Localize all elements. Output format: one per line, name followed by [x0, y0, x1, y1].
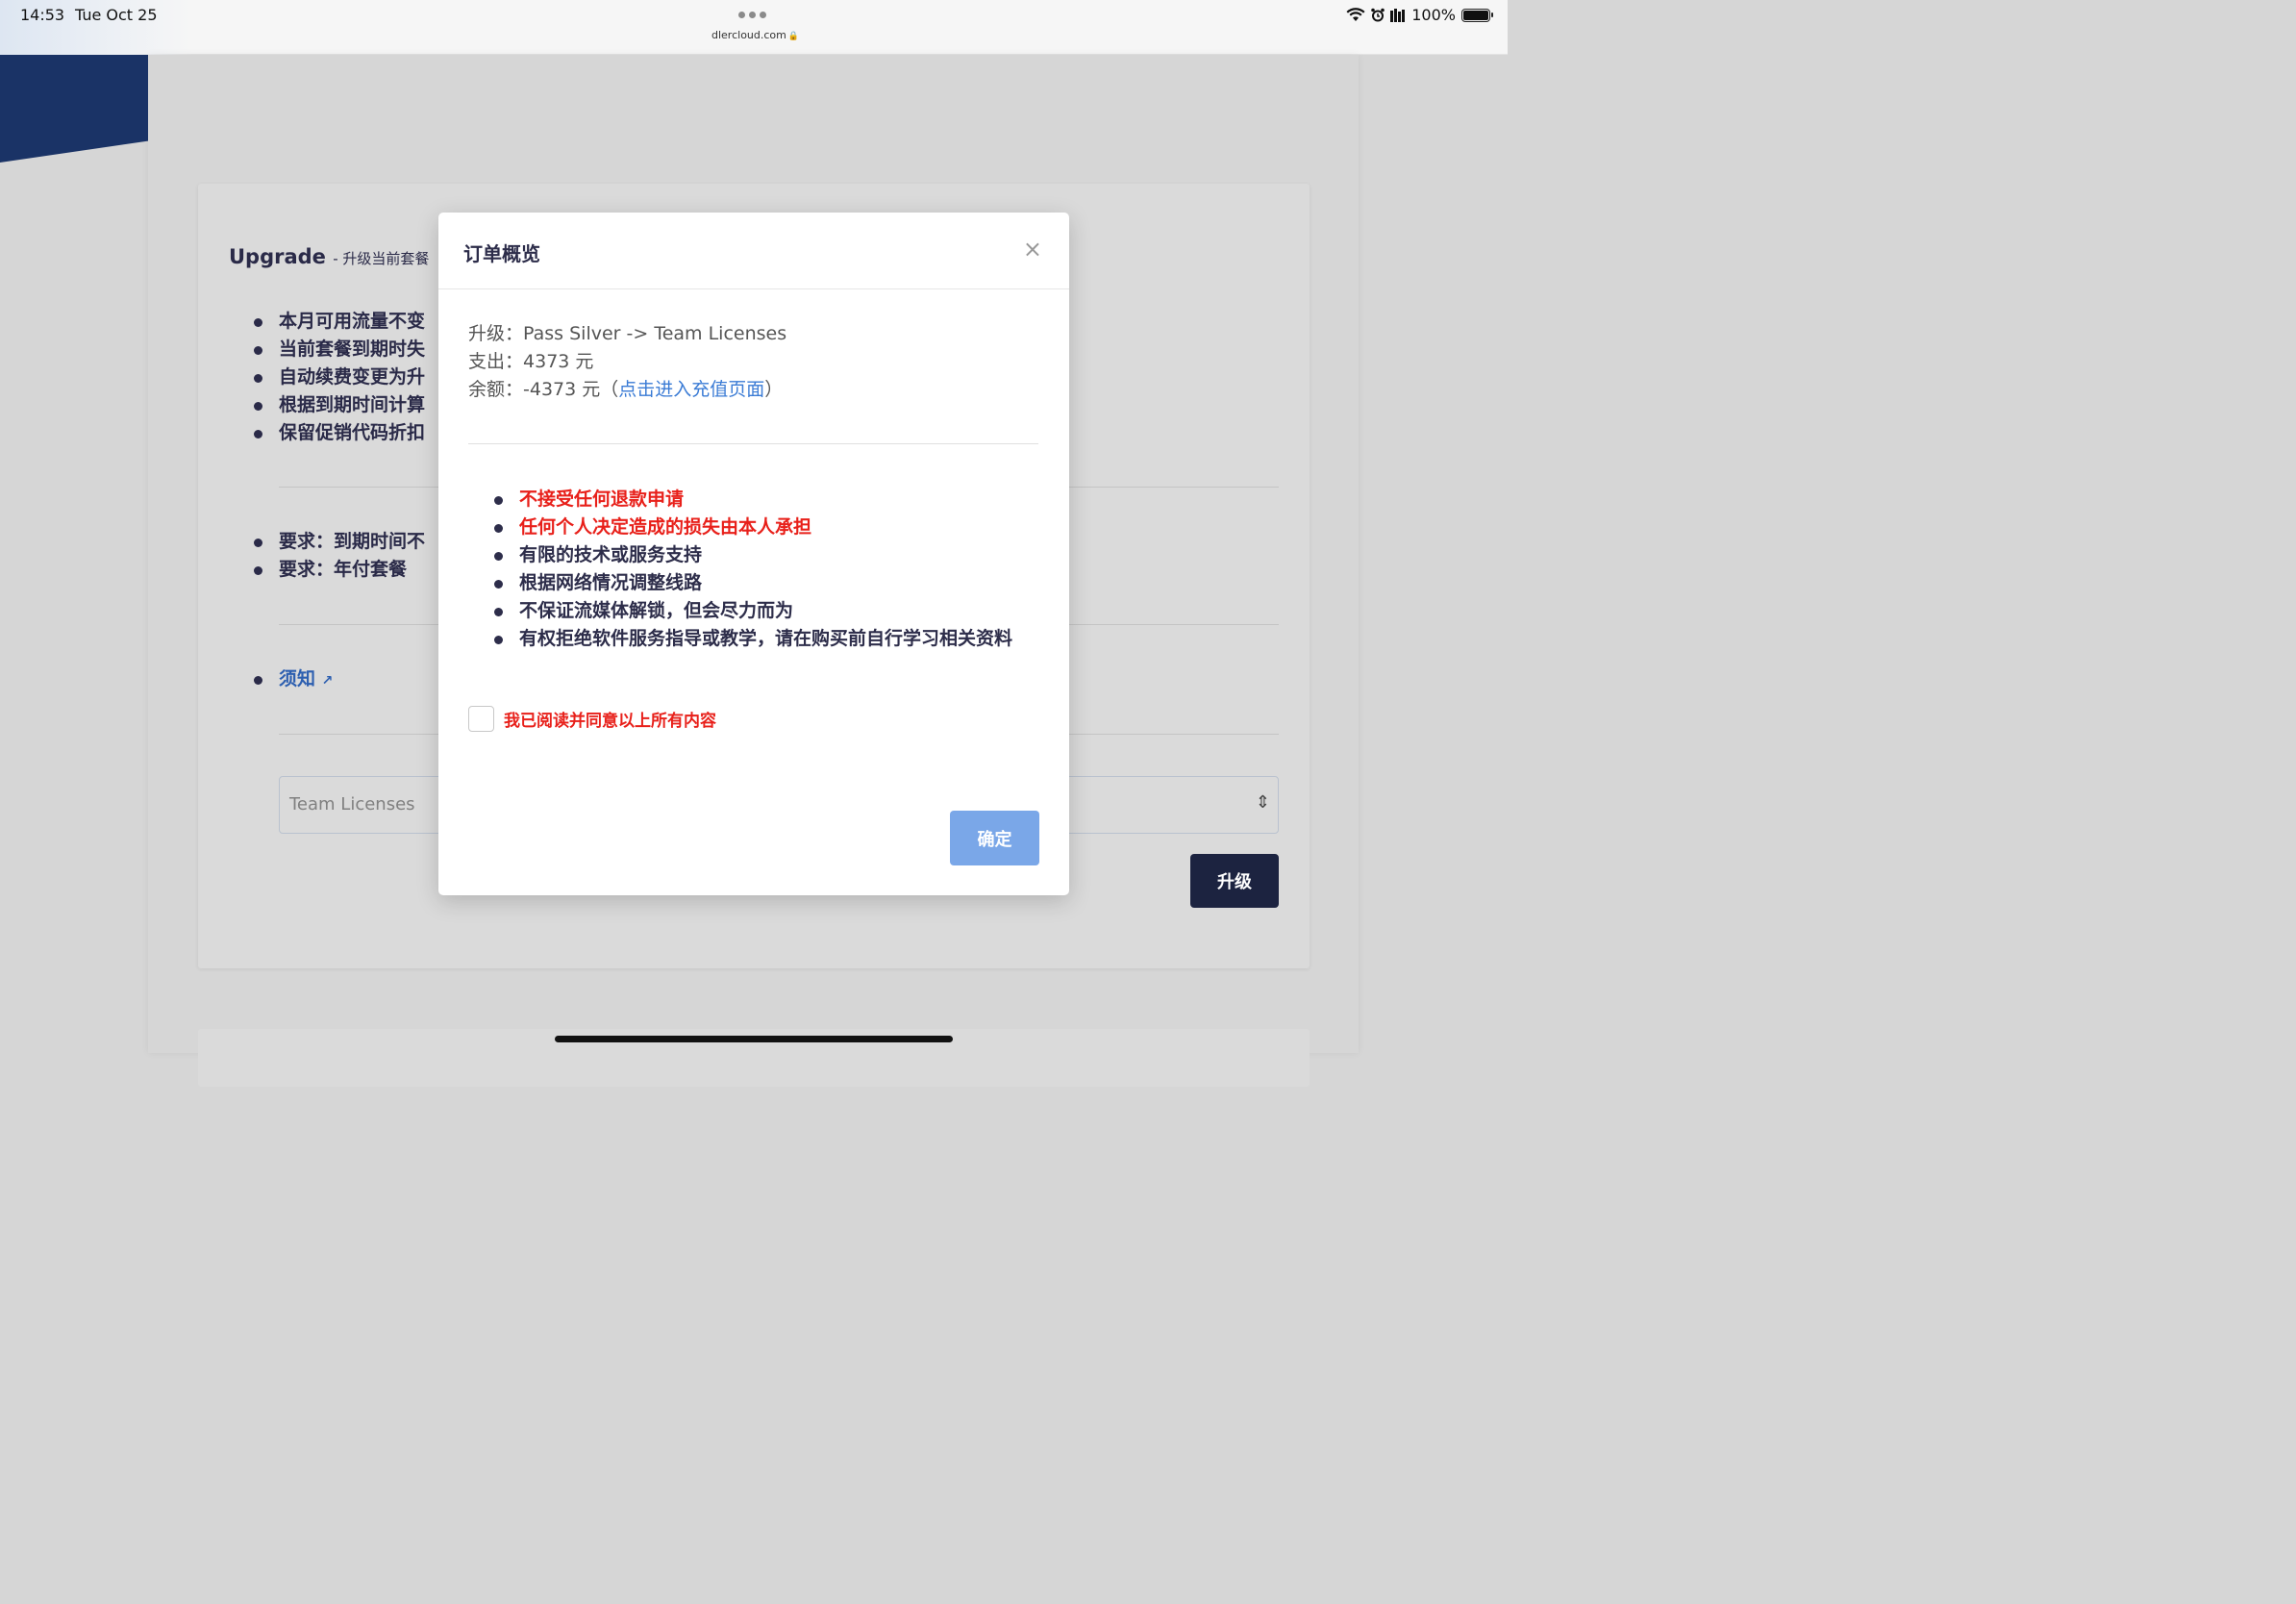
upgrade-subtitle: - 升级当前套餐 — [333, 250, 430, 267]
terms-item-warning: 不接受任何退款申请 — [494, 486, 1033, 514]
url-text: dlercloud.com — [711, 29, 786, 41]
upgrade-info-list: 本月可用流量不变 当前套餐到期时失 自动续费变更为升 根据到期时间计算 保留促销… — [254, 308, 425, 447]
address-bar[interactable]: dlercloud.com 🔒 — [711, 29, 799, 41]
terms-item: 根据网络情况调整线路 — [494, 569, 1033, 597]
summary-upgrade-label: 升级： — [468, 323, 524, 344]
status-bar: 14:53 Tue Oct 25 dlercloud.com 🔒 100% — [0, 0, 1508, 55]
battery-percent: 100% — [1411, 6, 1456, 24]
terms-item: 不保证流媒体解锁，但会尽力而为 — [494, 597, 1033, 625]
status-time: 14:53 — [20, 6, 65, 24]
external-link-icon: ↗ — [321, 673, 334, 689]
header-accent-band — [0, 55, 148, 163]
terms-item: 有权拒绝软件服务指导或教学，请在购买前自行学习相关资料 — [494, 625, 1033, 653]
list-item: 本月可用流量不变 — [254, 308, 425, 336]
notice-list: 须知 ↗ — [254, 665, 333, 695]
status-date: Tue Oct 25 — [75, 6, 158, 24]
requirement-item: 要求：年付套餐 — [254, 556, 425, 584]
order-summary: 升级：Pass Silver -> Team Licenses 支出：4373 … — [468, 320, 786, 404]
battery-icon — [1461, 8, 1493, 22]
summary-balance-label: 余额： — [468, 379, 524, 400]
summary-balance-row: 余额：-4373 元（点击进入充值页面） — [468, 376, 786, 404]
agree-row: 我已阅读并同意以上所有内容 — [468, 706, 716, 732]
order-overview-modal: 订单概览 × 升级：Pass Silver -> Team Licenses 支… — [438, 213, 1069, 895]
notice-link[interactable]: 须知 ↗ — [254, 665, 333, 695]
modal-divider — [468, 443, 1038, 444]
requirement-item: 要求：到期时间不 — [254, 528, 425, 556]
multitasking-dots-icon[interactable] — [738, 12, 766, 18]
agree-checkbox[interactable] — [468, 706, 494, 732]
modal-header: 订单概览 × — [438, 213, 1069, 289]
list-item: 当前套餐到期时失 — [254, 336, 425, 363]
home-indicator[interactable] — [555, 1036, 953, 1042]
summary-upgrade-value: Pass Silver -> Team Licenses — [523, 323, 787, 344]
recharge-link[interactable]: 点击进入充值页面 — [618, 379, 764, 400]
paren-close: ） — [764, 379, 784, 400]
notice-link-label: 须知 — [279, 668, 316, 689]
status-indicators: 100% — [1346, 6, 1493, 24]
terms-item: 有限的技术或服务支持 — [494, 541, 1033, 569]
summary-upgrade-row: 升级：Pass Silver -> Team Licenses — [468, 320, 786, 348]
upgrade-button[interactable]: 升级 — [1190, 854, 1279, 908]
upgrade-card-title: Upgrade - 升级当前套餐 — [229, 245, 429, 268]
books-icon — [1390, 8, 1406, 22]
confirm-button[interactable]: 确定 — [950, 811, 1039, 865]
list-item: 自动续费变更为升 — [254, 363, 425, 391]
status-time-area: 14:53 Tue Oct 25 — [0, 0, 192, 55]
summary-cost-value: 4373 元 — [523, 351, 594, 372]
agree-label[interactable]: 我已阅读并同意以上所有内容 — [504, 707, 716, 731]
terms-item-warning: 任何个人决定造成的损失由本人承担 — [494, 514, 1033, 541]
lock-icon: 🔒 — [787, 32, 800, 41]
terms-list: 不接受任何退款申请 任何个人决定造成的损失由本人承担 有限的技术或服务支持 根据… — [494, 486, 1033, 653]
alarm-icon — [1371, 8, 1385, 22]
upgrade-title: Upgrade — [229, 245, 326, 268]
list-item: 根据到期时间计算 — [254, 391, 425, 419]
wifi-icon — [1346, 8, 1365, 21]
list-item: 保留促销代码折扣 — [254, 419, 425, 447]
summary-cost-label: 支出： — [468, 351, 524, 372]
close-icon[interactable]: × — [1023, 236, 1042, 263]
plan-select-value: Team Licenses — [289, 794, 415, 815]
paren-open: （ — [600, 379, 619, 400]
summary-balance-value: -4373 元 — [523, 379, 601, 400]
select-chevron-icon: ⇕ — [1255, 792, 1270, 813]
modal-title: 订单概览 — [463, 242, 540, 265]
summary-cost-row: 支出：4373 元 — [468, 348, 786, 376]
requirements-list: 要求：到期时间不 要求：年付套餐 — [254, 528, 425, 584]
